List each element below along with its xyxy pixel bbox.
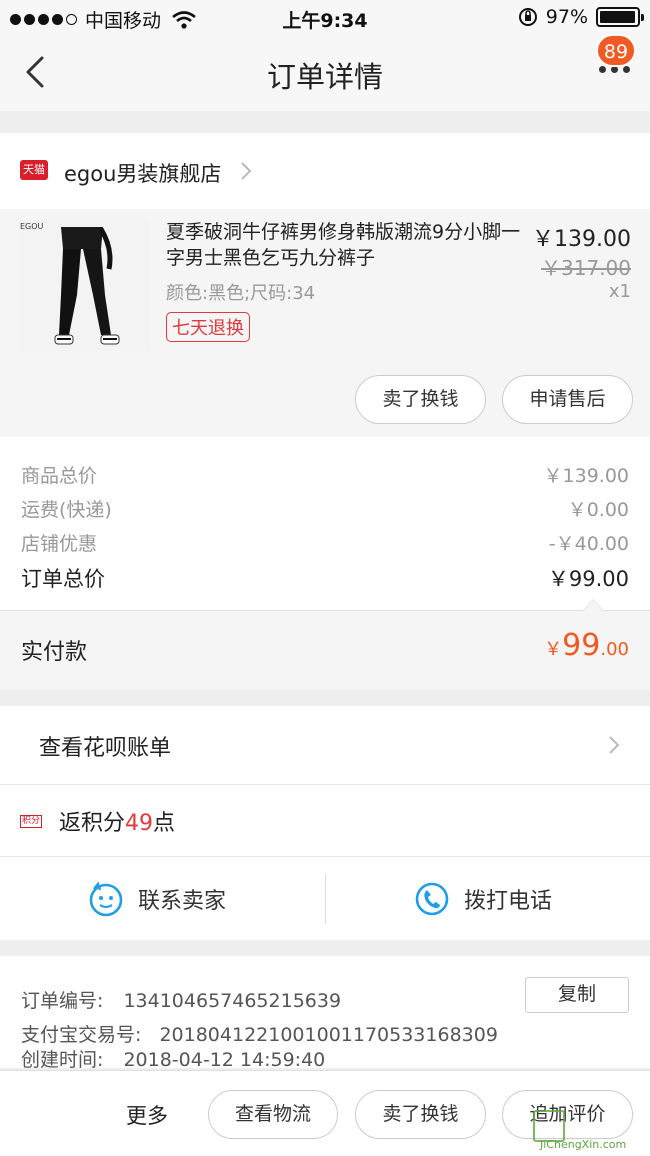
copy-button[interactable]: 复制 [525, 977, 629, 1013]
created-time-row: 创建时间: 2018-04-12 14:59:40 [21, 1045, 325, 1072]
nav-bar: 订单详情 [0, 36, 650, 111]
summary-row-total: 订单总价 ￥99.00 [21, 563, 629, 593]
caret-up-icon [582, 599, 604, 611]
more-button[interactable]: 更多 [126, 1100, 168, 1130]
created-time-label: 创建时间: [21, 1049, 104, 1071]
return-policy-tag: 七天退换 [166, 312, 250, 342]
order-number-label: 订单编号: [21, 990, 104, 1012]
summary-label: 运费(快递) [21, 499, 112, 521]
summary-row-goods: 商品总价 ￥139.00 [21, 461, 629, 488]
points-text: 返积分49点 [59, 805, 175, 837]
phone-icon [415, 882, 449, 916]
orientation-lock-icon [518, 8, 537, 26]
order-number-value: 134104657465215639 [123, 990, 342, 1012]
tmall-logo: 天猫 [20, 160, 48, 180]
summary-label: 店铺优惠 [21, 533, 98, 555]
paid-integer: 99 [562, 628, 601, 663]
alipay-number-value: 2018041221001001170533168309 [159, 1024, 498, 1046]
thumbnail-brand: EGOU [20, 222, 44, 231]
contact-seller-button[interactable]: 联系卖家 [88, 857, 226, 941]
view-logistics-button[interactable]: 查看物流 [208, 1090, 338, 1139]
product-thumbnail[interactable]: EGOU [17, 219, 149, 351]
watermark-text: JiChengXin.com [540, 1138, 627, 1151]
points-icon: 积分 [20, 815, 43, 828]
add-review-button[interactable]: 追加评价 [502, 1090, 633, 1139]
points-suffix: 点 [153, 811, 176, 836]
order-total-label: 订单总价 [21, 567, 105, 591]
divider [325, 874, 326, 924]
points-count: 49 [125, 811, 154, 836]
page-title: 订单详情 [266, 60, 383, 94]
huabei-bill-label[interactable]: 查看花呗账单 [39, 730, 171, 762]
order-total-value: ￥99.00 [547, 567, 629, 591]
message-count-badge: 89 [596, 34, 636, 67]
contact-seller-label: 联系卖家 [138, 889, 227, 914]
summary-row-shipping: 运费(快递) ￥0.00 [21, 495, 629, 522]
price-summary: 商品总价 ￥139.00 运费(快递) ￥0.00 店铺优惠 -￥40.00 订… [0, 437, 650, 610]
product-quantity: x1 [608, 281, 631, 302]
paid-value: ￥99.00 [544, 628, 629, 663]
jeans-image: EGOU [17, 219, 149, 351]
product-card[interactable]: EGOU 夏季破洞牛仔裤男修身韩版潮流9分小脚一字男士黑色乞丐九分裤子 颜色:黑… [0, 209, 650, 437]
paid-currency: ￥ [544, 639, 563, 660]
alipay-number-label: 支付宝交易号: [21, 1024, 142, 1046]
summary-value: ￥0.00 [567, 499, 629, 521]
points-prefix: 返积分 [59, 811, 126, 836]
battery-fill [600, 11, 635, 23]
product-title[interactable]: 夏季破洞牛仔裤男修身韩版潮流9分小脚一字男士黑色乞丐九分裤子 [166, 219, 522, 271]
paid-amount-row: 实付款 ￥99.00 [0, 599, 650, 690]
chat-face-icon [89, 881, 123, 917]
resell-button-bottom[interactable]: 卖了换钱 [355, 1090, 486, 1139]
shop-name[interactable]: egou男装旗舰店 [64, 158, 221, 188]
product-spec: 颜色:黑色;尺码:34 [166, 283, 316, 304]
after-sales-button[interactable]: 申请售后 [502, 375, 633, 424]
summary-value: ￥139.00 [543, 465, 629, 487]
contact-row: 联系卖家 拨打电话 [0, 856, 650, 940]
paid-label: 实付款 [21, 640, 88, 665]
product-price: ￥139.00 [532, 227, 631, 252]
summary-label: 商品总价 [21, 465, 98, 487]
order-info: 订单编号: 134104657465215639 复制 支付宝交易号: 2018… [0, 956, 650, 1071]
paid-decimal: .00 [600, 639, 629, 660]
status-bar: 中国移动 上午9:34 97% [0, 0, 650, 36]
points-row: 积分 返积分49点 [0, 784, 650, 856]
created-time-value: 2018-04-12 14:59:40 [123, 1049, 326, 1071]
status-right: 97% [518, 6, 644, 28]
summary-row-discount: 店铺优惠 -￥40.00 [21, 529, 629, 556]
chevron-right-icon [609, 736, 620, 754]
huabei-bill-row[interactable]: 查看花呗账单 [0, 706, 650, 784]
order-number-row: 订单编号: 134104657465215639 [21, 986, 341, 1013]
battery-percent: 97% [545, 6, 588, 28]
summary-value: -￥40.00 [548, 533, 629, 555]
chevron-right-icon [241, 162, 252, 180]
alipay-number-row: 支付宝交易号: 2018041221001001170533168309 [21, 1020, 498, 1047]
original-price: ￥317.00 [541, 256, 631, 280]
resell-button[interactable]: 卖了换钱 [355, 375, 486, 424]
call-phone-label: 拨打电话 [464, 889, 553, 914]
call-phone-button[interactable]: 拨打电话 [414, 857, 552, 941]
battery-icon [596, 7, 644, 27]
shop-row[interactable]: 天猫 egou男装旗舰店 [0, 133, 650, 209]
